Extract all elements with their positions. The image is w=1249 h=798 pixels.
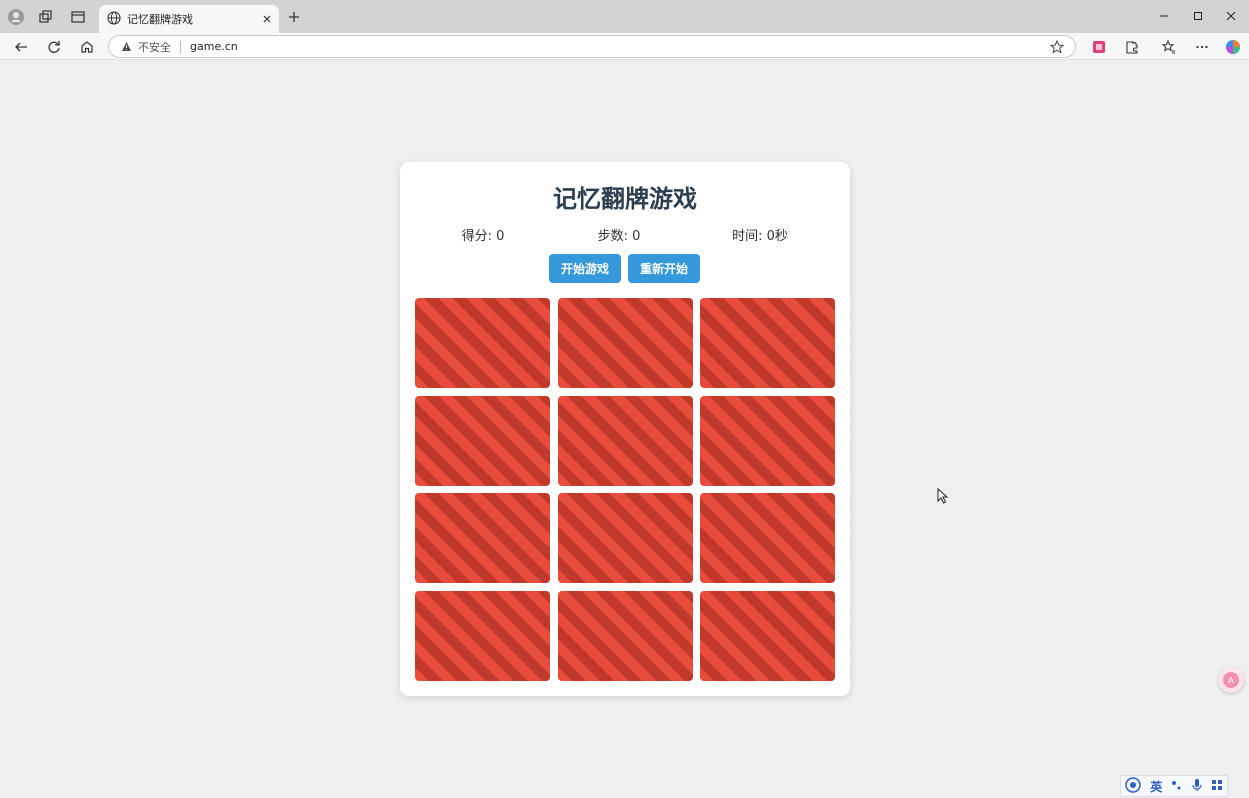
close-tab-icon[interactable] xyxy=(259,11,275,27)
divider xyxy=(180,40,181,53)
memory-card[interactable] xyxy=(415,493,550,583)
card-grid xyxy=(415,298,835,681)
memory-card[interactable] xyxy=(415,395,550,486)
mouse-cursor-icon xyxy=(937,487,949,508)
memory-card[interactable] xyxy=(557,493,693,583)
more-menu-icon[interactable] xyxy=(1192,37,1212,57)
active-tab[interactable]: 记忆翻牌游戏 xyxy=(99,5,279,33)
ime-logo-icon[interactable] xyxy=(1125,776,1142,796)
restart-button[interactable]: 重新开始 xyxy=(628,254,700,283)
memory-card[interactable] xyxy=(415,298,550,388)
favorites-icon[interactable] xyxy=(1159,37,1179,57)
home-icon[interactable] xyxy=(77,37,97,57)
score-stat: 得分: 0 xyxy=(461,229,505,244)
start-game-button[interactable]: 开始游戏 xyxy=(549,254,621,283)
translate-assistant-icon[interactable]: A xyxy=(1218,667,1244,693)
minimize-icon[interactable] xyxy=(1154,7,1174,25)
memory-card[interactable] xyxy=(415,590,550,681)
svg-text:A: A xyxy=(1228,677,1235,687)
ime-punctuation-icon[interactable] xyxy=(1171,779,1183,794)
globe-icon xyxy=(107,10,121,29)
copilot-icon[interactable] xyxy=(1223,37,1243,57)
ime-language-toggle[interactable]: 英 xyxy=(1150,778,1162,795)
warning-icon xyxy=(121,37,132,56)
close-window-icon[interactable] xyxy=(1221,7,1241,25)
ime-microphone-icon[interactable] xyxy=(1192,778,1202,795)
address-bar[interactable]: 不安全 game.cn xyxy=(108,35,1076,58)
back-icon[interactable] xyxy=(11,37,31,57)
extensions-icon[interactable] xyxy=(1122,37,1142,57)
tab-bar: 记忆翻牌游戏 xyxy=(0,0,1249,33)
url-text[interactable]: game.cn xyxy=(190,40,238,53)
moves-stat: 步数: 0 xyxy=(597,229,641,244)
memory-card[interactable] xyxy=(700,298,835,388)
security-label[interactable]: 不安全 xyxy=(138,39,171,55)
memory-card[interactable] xyxy=(557,298,693,388)
browser-toolbar: 不安全 game.cn xyxy=(0,33,1249,60)
game-title: 记忆翻牌游戏 xyxy=(553,185,697,213)
tab-actions-icon[interactable] xyxy=(69,8,87,26)
stats-bar: 得分: 0 步数: 0 时间: 0秒 xyxy=(400,225,850,244)
tab-title: 记忆翻牌游戏 xyxy=(127,13,193,26)
ime-apps-icon[interactable] xyxy=(1211,779,1223,794)
memory-card[interactable] xyxy=(557,395,693,486)
memory-card[interactable] xyxy=(700,395,835,486)
game-container: 记忆翻牌游戏 得分: 0 步数: 0 时间: 0秒 开始游戏 重新开始 xyxy=(400,162,850,696)
profile-icon[interactable] xyxy=(7,8,25,26)
collections-icon[interactable] xyxy=(37,8,55,26)
ime-toolbar: 英 xyxy=(1120,775,1228,797)
new-tab-icon[interactable] xyxy=(286,9,302,25)
favorite-star-icon[interactable] xyxy=(1049,39,1065,55)
maximize-icon[interactable] xyxy=(1188,7,1208,25)
time-stat: 时间: 0秒 xyxy=(732,229,788,244)
memory-card[interactable] xyxy=(557,590,693,681)
reload-icon[interactable] xyxy=(44,37,64,57)
memory-card[interactable] xyxy=(700,590,835,681)
memory-card[interactable] xyxy=(700,493,835,583)
extension-app-icon[interactable] xyxy=(1089,37,1109,57)
